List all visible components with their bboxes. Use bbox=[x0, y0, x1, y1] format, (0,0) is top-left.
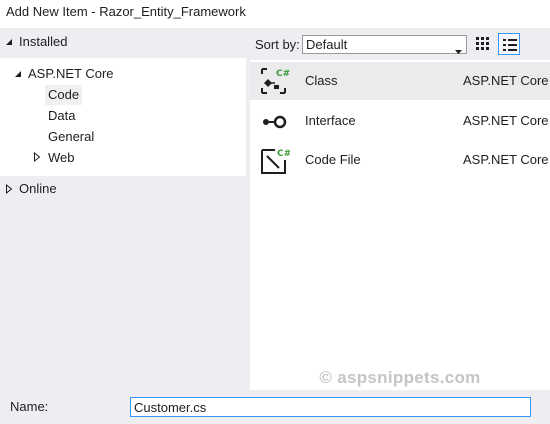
name-input[interactable] bbox=[130, 397, 531, 417]
list-view-button[interactable] bbox=[498, 33, 520, 55]
interface-icon bbox=[258, 105, 290, 137]
tree-node-aspnet-core[interactable]: ASP.NET Core bbox=[28, 64, 114, 84]
template-row-code-file[interactable]: C# Code File ASP.NET Core bbox=[250, 141, 550, 179]
collapsed-triangle-icon[interactable] bbox=[33, 147, 43, 167]
template-category: ASP.NET Core bbox=[463, 152, 549, 167]
class-icon: C# bbox=[258, 65, 290, 97]
sort-by-dropdown[interactable]: Default bbox=[302, 35, 467, 54]
collapsed-triangle-icon[interactable] bbox=[5, 179, 15, 199]
expanded-triangle-icon[interactable] bbox=[14, 64, 24, 84]
template-name: Interface bbox=[305, 113, 356, 128]
tree-lower-area bbox=[0, 176, 246, 390]
template-category: ASP.NET Core bbox=[463, 113, 549, 128]
template-row-class[interactable]: C# Class ASP.NET Core bbox=[250, 62, 550, 100]
small-icons-view-button[interactable] bbox=[472, 33, 494, 55]
installed-node[interactable]: Installed bbox=[19, 32, 67, 52]
chevron-down-icon bbox=[455, 42, 462, 59]
window-title: Add New Item - Razor_Entity_Framework bbox=[6, 4, 246, 19]
tree-node-code[interactable]: Code bbox=[45, 85, 83, 105]
tree-node-web[interactable]: Web bbox=[48, 148, 75, 168]
sort-by-value: Default bbox=[306, 37, 348, 52]
svg-text:C#: C# bbox=[277, 149, 290, 159]
name-label: Name: bbox=[10, 399, 49, 414]
template-name: Code File bbox=[305, 152, 361, 167]
online-node[interactable]: Online bbox=[19, 179, 57, 199]
svg-text:C#: C# bbox=[276, 69, 290, 79]
code-file-icon: C# bbox=[258, 144, 291, 176]
window-titlebar: Add New Item - Razor_Entity_Framework bbox=[0, 0, 550, 28]
expanded-triangle-icon[interactable] bbox=[5, 32, 15, 52]
sort-by-label: Sort by: bbox=[255, 37, 300, 52]
template-row-interface[interactable]: Interface ASP.NET Core bbox=[250, 102, 550, 140]
tree-node-data[interactable]: Data bbox=[48, 106, 75, 126]
template-name: Class bbox=[305, 73, 338, 88]
tree-node-general[interactable]: General bbox=[48, 127, 94, 147]
template-category: ASP.NET Core bbox=[463, 73, 549, 88]
watermark: © aspsnippets.com bbox=[319, 368, 481, 387]
